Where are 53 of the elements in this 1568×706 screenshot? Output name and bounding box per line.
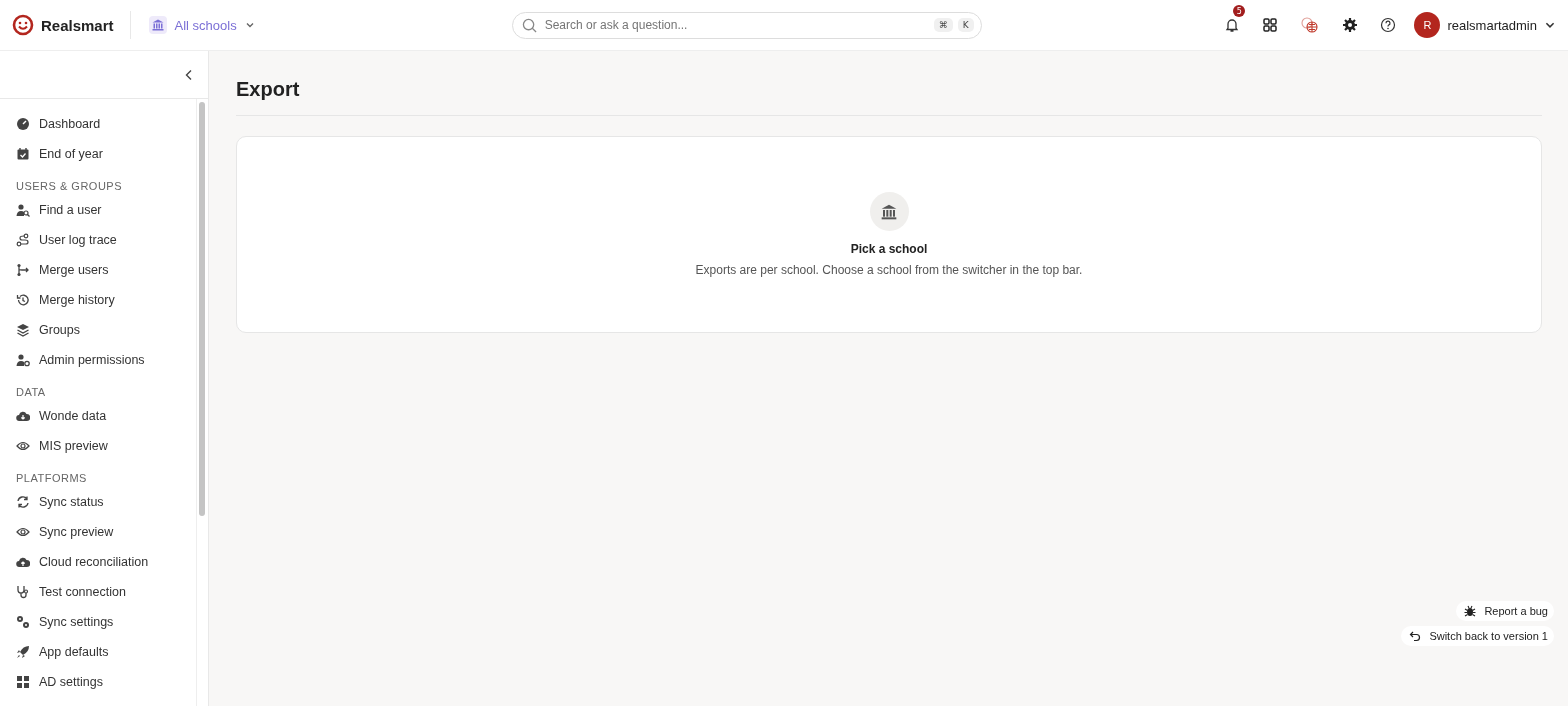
scrollbar[interactable] [196,99,208,706]
section-heading: DATA [16,386,47,398]
stetho-icon [16,585,30,599]
sidebar-item[interactable]: Sync settings [16,607,196,637]
empty-state-message: Exports are per school. Choose a school from the switcher in the top bar. [695,263,1083,277]
section-heading: USERS & GROUPS [16,180,124,192]
undo-arrow-icon [1409,630,1422,642]
sidebar-item[interactable]: Dashboard [16,109,196,139]
sidebar-item[interactable]: Merge history [16,285,196,315]
grid-icon [16,675,30,689]
page-title: Export [236,51,1542,116]
sidebar-item[interactable]: App defaults [16,637,196,667]
eye-icon [16,439,30,453]
user-menu[interactable]: R realsmartadmin [1414,12,1556,38]
sidebar-item[interactable]: Sync preview [16,517,196,547]
user-avatar: R [1414,12,1441,38]
history-icon [16,293,30,307]
sidebar-item[interactable]: Merge users [16,255,196,285]
notification-count: 5 [1233,5,1246,17]
sidebar-item[interactable]: Cloud reconciliation [16,547,196,577]
school-icon [148,16,167,34]
sidebar-item[interactable]: Sync status [16,487,196,517]
switch-version-button[interactable]: Switch back to version 1 [1401,626,1554,646]
sidebar-item[interactable]: Admin permissions [16,345,196,375]
school-building-icon [869,192,909,231]
search-icon [521,17,537,33]
report-bug-button[interactable]: Report a bug [1456,601,1554,621]
layers-icon [16,323,30,337]
sidebar-item[interactable]: MIS preview [16,431,196,461]
userlock-icon [16,353,30,367]
sync-icon [16,495,30,509]
brand-name: Realsmart [41,16,114,34]
sidebar-item[interactable]: End of year [16,139,196,169]
bug-icon [1464,605,1477,617]
usersearch-icon [16,203,30,217]
merge-icon [16,263,30,277]
eye-icon [16,525,30,539]
smiley-logo-icon [12,14,34,36]
sidebar-item[interactable]: AD settings [16,667,196,697]
sidebar-item[interactable]: Wonde data [16,401,196,431]
sidebar-item[interactable]: Groups [16,315,196,345]
rocket-icon [16,645,30,659]
school-switcher[interactable]: All schools [148,16,255,34]
clouddown-icon [16,409,30,423]
gauge-icon [16,117,30,131]
sidebar-item[interactable]: Test connection [16,577,196,607]
sidebar-item[interactable]: Find a user [16,195,196,225]
empty-state-title: Pick a school [850,242,928,256]
chevron-down-icon [244,20,255,30]
section-heading: PLATFORMS [16,472,88,484]
calendar-icon [16,147,30,161]
cloudup-icon [16,555,30,569]
sidebar-item[interactable]: User log trace [16,225,196,255]
